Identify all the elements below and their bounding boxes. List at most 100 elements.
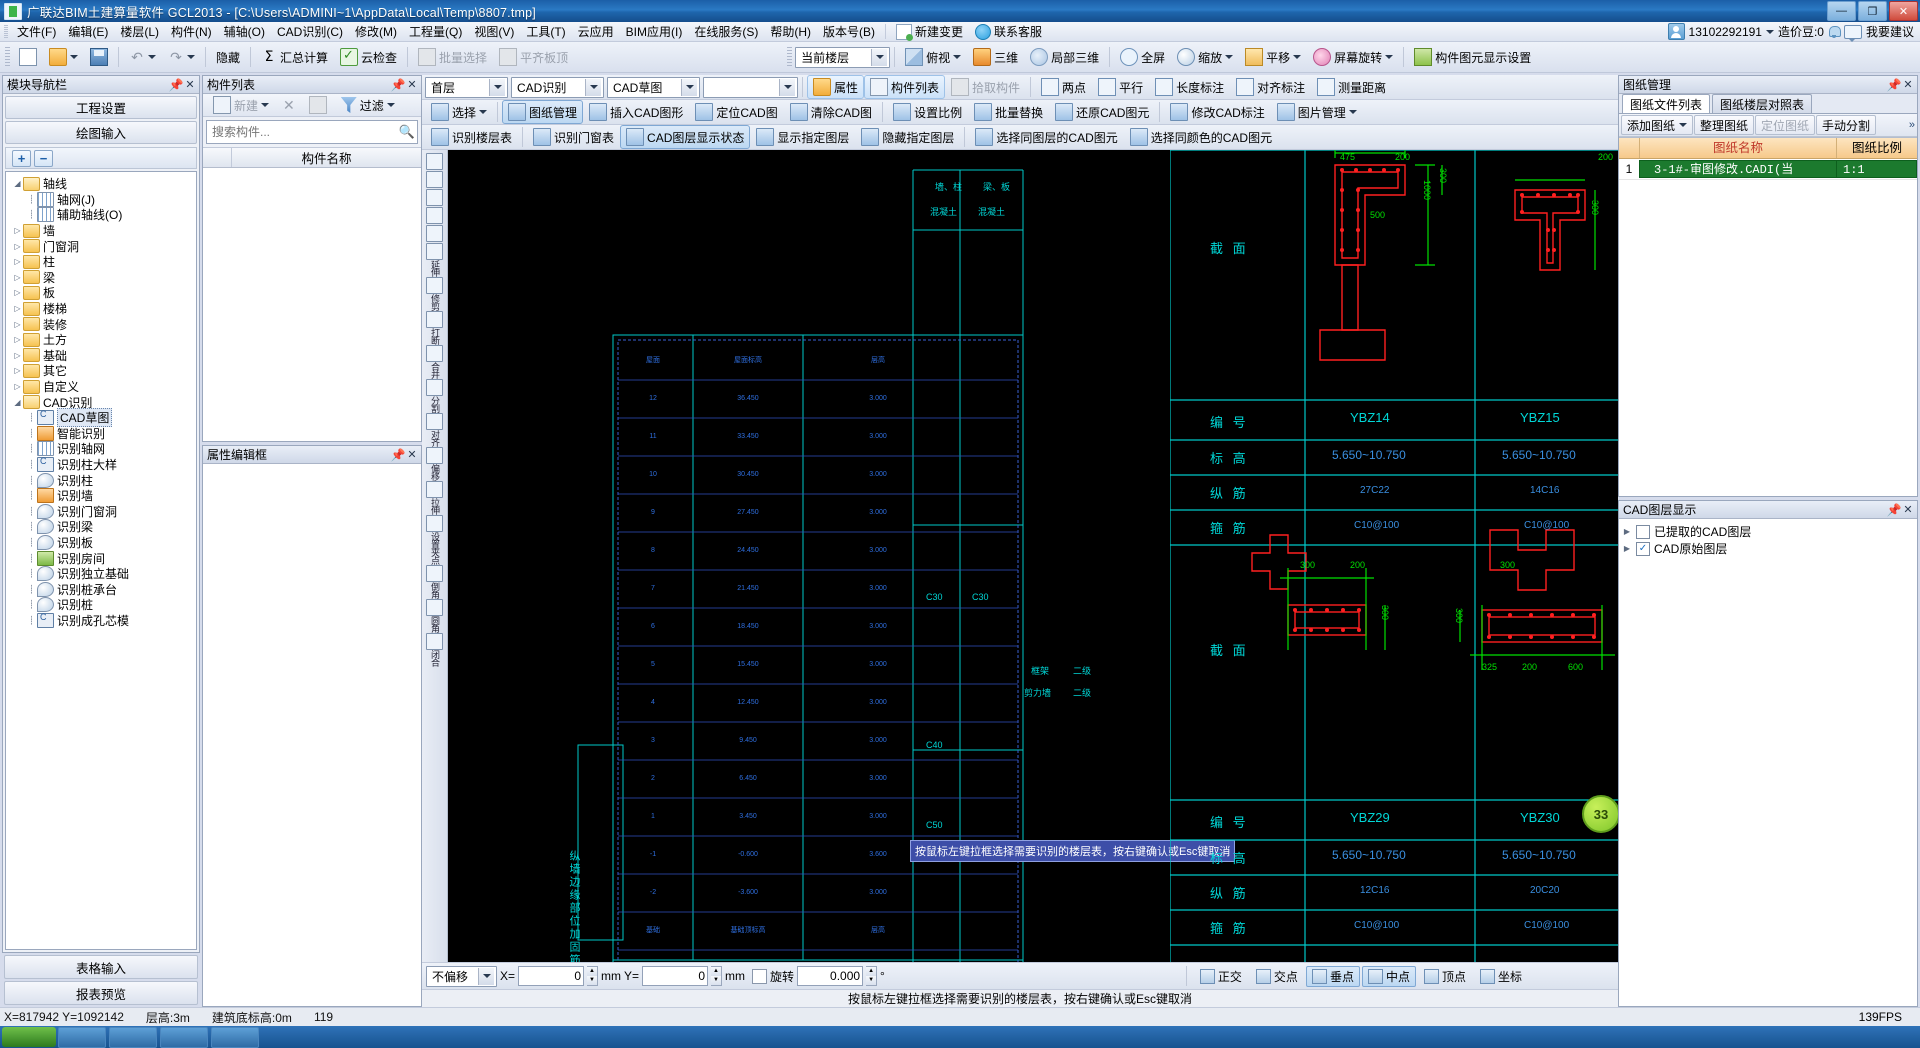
zoom-button[interactable]: 缩放 bbox=[1171, 45, 1239, 69]
chevron-right-icon[interactable]: ▷ bbox=[12, 226, 23, 235]
chevron-down-icon[interactable] bbox=[261, 103, 270, 107]
tree-item-12[interactable]: ▷ 其它 bbox=[6, 363, 196, 379]
midpoint-snap-button[interactable]: 中点 bbox=[1361, 965, 1416, 987]
search-icon[interactable]: 🔍 bbox=[397, 124, 417, 140]
stretch-tool[interactable]: 拉伸 bbox=[423, 481, 446, 514]
trim-tool[interactable]: 修剪 bbox=[423, 277, 446, 310]
menu-item-cad-recognize[interactable]: CAD识别(C) bbox=[271, 21, 349, 42]
recognize-window-table-button[interactable]: 识别门窗表 bbox=[527, 125, 620, 149]
tree-item-7[interactable]: ▷ 板 bbox=[6, 285, 196, 301]
select-same-color-button[interactable]: 选择同颜色的CAD图元 bbox=[1124, 125, 1278, 149]
recognize-floor-table-button[interactable]: 识别楼层表 bbox=[425, 125, 518, 149]
tree-item-27[interactable]: ┊ 识别桩 bbox=[6, 597, 196, 613]
tree-item-4[interactable]: ▷ 门窗洞 bbox=[6, 238, 196, 254]
tree-item-3[interactable]: ▷ 墙 bbox=[6, 223, 196, 239]
tab-drawing-input[interactable]: 绘图输入 bbox=[5, 121, 197, 144]
chevron-right-icon[interactable]: ▶ bbox=[1622, 544, 1632, 553]
break-tool[interactable]: 打断 bbox=[423, 311, 446, 344]
pin-icon[interactable]: 📌 bbox=[1887, 503, 1902, 517]
tree-item-20[interactable]: ┊ 识别墙 bbox=[6, 488, 196, 504]
fillet-tool[interactable]: 圆角 bbox=[423, 599, 446, 632]
delete-component-button[interactable]: ✕ bbox=[277, 94, 301, 117]
menu-item-edit[interactable]: 编辑(E) bbox=[62, 21, 114, 42]
batch-select-button[interactable]: 批量选择 bbox=[412, 45, 493, 69]
show-layer-button[interactable]: 显示指定图层 bbox=[750, 125, 855, 149]
tree-item-1[interactable]: ┊ 轴网(J) bbox=[6, 191, 196, 208]
chevron-down-icon[interactable] bbox=[953, 55, 962, 59]
tree-item-21[interactable]: ┊ 识别门窗洞 bbox=[6, 503, 196, 519]
tree-item-0[interactable]: ◢ 轴线 bbox=[6, 176, 196, 192]
new-change-button[interactable]: 新建变更 bbox=[890, 22, 969, 41]
pointer-tool[interactable] bbox=[423, 153, 446, 170]
pin-icon[interactable]: 📌 bbox=[1887, 78, 1902, 92]
two-point-button[interactable]: 两点 bbox=[1035, 75, 1092, 99]
extend-tool[interactable]: 延伸 bbox=[423, 243, 446, 276]
chamfer-tool[interactable]: 倒角 bbox=[423, 565, 446, 598]
parallel-button[interactable]: 平行 bbox=[1092, 75, 1149, 99]
table-input-button[interactable]: 表格输入 bbox=[4, 955, 198, 979]
chevron-down-icon[interactable] bbox=[187, 55, 195, 59]
property-editor-body[interactable] bbox=[203, 464, 421, 1006]
select-same-layer-button[interactable]: 选择同图层的CAD图元 bbox=[969, 125, 1123, 149]
user-phone[interactable]: 13102292191 bbox=[1689, 25, 1762, 39]
expand-all-button[interactable]: + bbox=[12, 149, 31, 167]
offset-mode-select[interactable]: 不偏移 bbox=[426, 965, 497, 987]
add-drawing-button[interactable]: 添加图纸 bbox=[1621, 115, 1694, 135]
row-drawing-scale[interactable]: 1:1 bbox=[1837, 160, 1917, 178]
chevron-down-icon[interactable] bbox=[1348, 110, 1357, 114]
tab-drawing-file-list[interactable]: 图纸文件列表 bbox=[1622, 94, 1711, 113]
align-dim-button[interactable]: 对齐标注 bbox=[1230, 75, 1311, 99]
new-file-button[interactable] bbox=[13, 45, 43, 69]
copy-component-button[interactable] bbox=[303, 93, 333, 117]
report-preview-button[interactable]: 报表预览 bbox=[4, 981, 198, 1005]
pin-icon[interactable]: 📌 bbox=[391, 78, 406, 92]
filter-button[interactable]: 过滤 bbox=[335, 94, 401, 117]
chevron-down-icon[interactable] bbox=[1385, 55, 1394, 59]
collapse-all-button[interactable]: − bbox=[34, 149, 53, 167]
perpendicular-snap-button[interactable]: 垂点 bbox=[1305, 965, 1360, 987]
fullscreen-button[interactable]: 全屏 bbox=[1114, 45, 1171, 69]
length-dim-button[interactable]: 长度标注 bbox=[1149, 75, 1230, 99]
menu-item-floor[interactable]: 楼层(L) bbox=[114, 21, 165, 42]
layer-checkbox[interactable] bbox=[1636, 524, 1650, 539]
image-manage-button[interactable]: 图片管理 bbox=[1271, 100, 1363, 124]
edit-cad-dim-button[interactable]: 修改CAD标注 bbox=[1164, 100, 1270, 124]
component-search[interactable]: 🔍 bbox=[206, 120, 418, 144]
tree-item-6[interactable]: ▷ 梁 bbox=[6, 270, 196, 286]
drawing-grid[interactable]: 图纸名称 图纸比例 1 3-1#-审图修改.CADI(当 1:1 bbox=[1619, 137, 1917, 496]
chevron-down-icon[interactable]: ◢ bbox=[12, 398, 23, 407]
display-settings-button[interactable]: 构件图元显示设置 bbox=[1408, 45, 1537, 69]
align-tool[interactable]: 对齐 bbox=[423, 413, 446, 446]
x-input[interactable]: 0 bbox=[518, 966, 585, 986]
tree-item-15[interactable]: ┊CAD草图 bbox=[6, 408, 196, 428]
chevron-right-icon[interactable]: ▷ bbox=[12, 382, 23, 391]
notification-bell-icon[interactable] bbox=[1828, 25, 1841, 38]
vertex-snap-button[interactable]: 顶点 bbox=[1418, 966, 1472, 987]
tree-item-13[interactable]: ▷ 自定义 bbox=[6, 379, 196, 395]
menu-item-file[interactable]: 文件(F) bbox=[11, 21, 62, 42]
tab-project-settings[interactable]: 工程设置 bbox=[5, 96, 197, 119]
sum-calculate-button[interactable]: Σ 汇总计算 bbox=[255, 46, 334, 69]
row-drawing-name[interactable]: 3-1#-审图修改.CADI(当 bbox=[1639, 160, 1837, 178]
insert-cad-button[interactable]: 插入CAD图形 bbox=[583, 100, 689, 124]
top-view-button[interactable]: 俯视 bbox=[899, 45, 967, 69]
split-tool[interactable]: 分割 bbox=[423, 379, 446, 412]
new-component-button[interactable]: 新建 bbox=[207, 93, 275, 117]
pick-component-button[interactable]: 拾取构件 bbox=[945, 75, 1026, 99]
batch-replace-button[interactable]: 批量替换 bbox=[968, 100, 1049, 124]
merge-tool[interactable]: 合并 bbox=[423, 345, 446, 378]
chevron-right-icon[interactable]: ▶ bbox=[1622, 527, 1632, 536]
save-button[interactable] bbox=[84, 45, 114, 69]
menu-item-bim[interactable]: BIM应用(I) bbox=[620, 21, 689, 42]
open-file-button[interactable] bbox=[43, 45, 84, 69]
cad-floor-select[interactable]: 首层 bbox=[425, 76, 508, 98]
coordinate-snap-button[interactable]: 坐标 bbox=[1474, 966, 1528, 987]
rotate-input[interactable]: 0.000 bbox=[797, 966, 864, 986]
menu-item-auxaxis[interactable]: 辅轴(O) bbox=[218, 21, 271, 42]
properties-button[interactable]: 属性 bbox=[807, 75, 865, 99]
intersection-snap-button[interactable]: 交点 bbox=[1250, 966, 1304, 987]
circle-tool[interactable] bbox=[423, 225, 446, 242]
chevron-down-icon[interactable] bbox=[1765, 29, 1774, 34]
line-tool[interactable] bbox=[423, 171, 446, 188]
component-table-body[interactable] bbox=[203, 168, 421, 441]
